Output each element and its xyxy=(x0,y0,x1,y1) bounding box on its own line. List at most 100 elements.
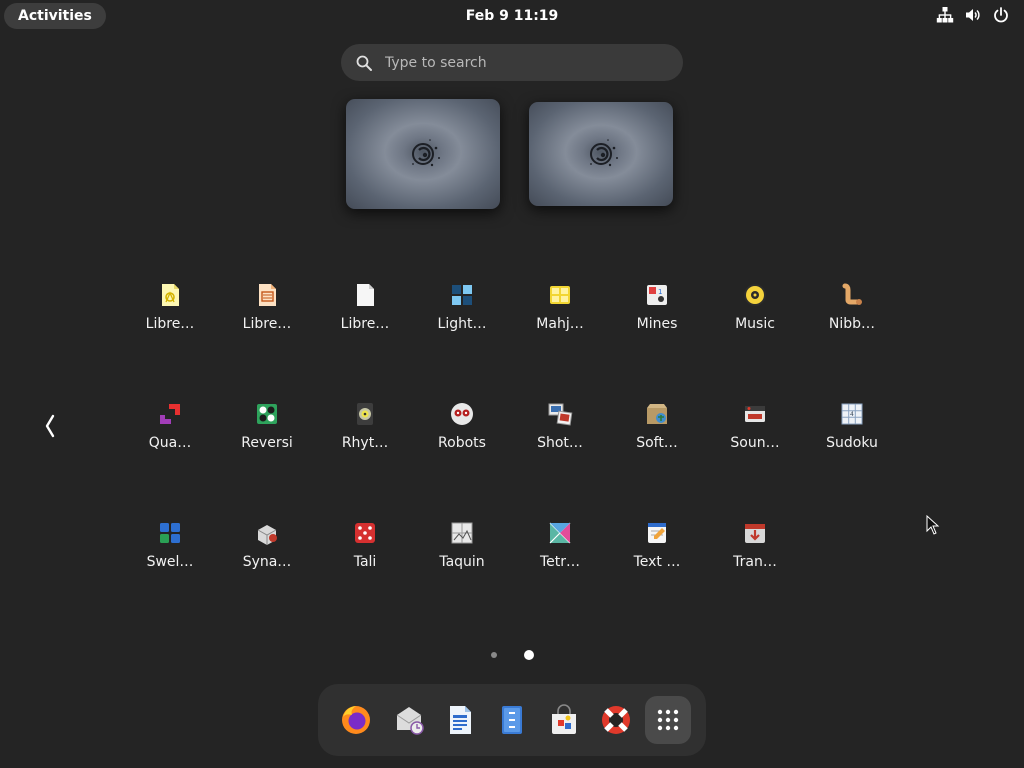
app-lightsoff[interactable]: Light… xyxy=(413,282,511,332)
page-indicator-2[interactable] xyxy=(524,650,534,660)
search-bar[interactable] xyxy=(341,44,683,81)
taquin-icon xyxy=(451,522,473,544)
text-editor-icon xyxy=(648,523,666,543)
reversi-icon xyxy=(257,404,277,424)
app-sudoku[interactable]: 4 Sudoku xyxy=(803,401,901,451)
app-swell-foop[interactable]: Swel… xyxy=(121,520,219,570)
nibbles-icon xyxy=(842,283,862,305)
dock-evolution[interactable] xyxy=(386,696,432,744)
libreoffice-writer-icon xyxy=(450,706,471,734)
app-transmission[interactable]: Tran… xyxy=(706,520,804,570)
system-tray[interactable] xyxy=(936,6,1010,24)
dock-firefox[interactable] xyxy=(333,696,379,744)
app-label: Syna… xyxy=(242,554,292,570)
app-music[interactable]: Music xyxy=(706,282,804,332)
app-taquin[interactable]: Taquin xyxy=(413,520,511,570)
workspace-thumbnail-2[interactable] xyxy=(529,102,673,206)
libreoffice-draw-icon xyxy=(162,284,179,306)
app-mahjongg[interactable]: Mahj… xyxy=(511,282,609,332)
robots-icon xyxy=(451,403,473,425)
app-label: Soun… xyxy=(730,435,780,451)
dock-help[interactable] xyxy=(593,696,639,744)
app-label: Swel… xyxy=(146,554,194,570)
rhythmbox-icon xyxy=(357,403,373,425)
files-icon xyxy=(502,706,522,734)
sudoku-icon: 4 xyxy=(841,403,863,425)
app-label: Music xyxy=(735,316,775,332)
app-rhythmbox[interactable]: Rhyt… xyxy=(316,401,414,451)
top-bar: Activities Feb 9 11:19 xyxy=(0,0,1024,32)
tali-icon xyxy=(355,523,375,543)
app-robots[interactable]: Robots xyxy=(413,401,511,451)
app-label: Mahj… xyxy=(536,316,584,332)
transmission-icon xyxy=(745,524,765,543)
shotwell-icon xyxy=(548,403,573,426)
libreoffice-icon xyxy=(357,284,374,306)
power-icon[interactable] xyxy=(992,6,1010,24)
app-label: Light… xyxy=(437,316,487,332)
app-libreoffice-draw[interactable]: Libre… xyxy=(121,282,219,332)
app-libreoffice[interactable]: Libre… xyxy=(316,282,414,332)
app-text-editor[interactable]: Text … xyxy=(608,520,706,570)
app-label: Mines xyxy=(636,316,678,332)
app-libreoffice-impress[interactable]: Libre… xyxy=(218,282,316,332)
firefox-icon xyxy=(342,706,370,734)
app-label: Tali xyxy=(353,554,377,570)
app-label: Soft… xyxy=(636,435,678,451)
network-icon[interactable] xyxy=(936,6,954,24)
app-reversi[interactable]: Reversi xyxy=(218,401,316,451)
sound-recorder-icon xyxy=(745,406,765,422)
app-label: Libre… xyxy=(340,316,390,332)
app-label: Libre… xyxy=(242,316,292,332)
evolution-icon xyxy=(396,707,424,735)
svg-text:1: 1 xyxy=(658,288,662,296)
page-indicator-1[interactable] xyxy=(491,652,497,658)
debian-swirl-icon xyxy=(590,139,618,167)
dock-software[interactable] xyxy=(541,696,587,744)
app-tali[interactable]: Tali xyxy=(316,520,414,570)
app-tetravex[interactable]: Tetr… xyxy=(511,520,609,570)
software-center-icon xyxy=(552,704,576,734)
music-icon xyxy=(744,284,766,306)
app-nibbles[interactable]: Nibb… xyxy=(803,282,901,332)
svg-text:4: 4 xyxy=(850,411,854,418)
clock: Feb 9 11:19 xyxy=(0,0,1024,32)
app-label: Reversi xyxy=(241,435,293,451)
swell-foop-icon xyxy=(160,523,180,543)
previous-page-arrow-icon[interactable] xyxy=(38,408,62,444)
app-software[interactable]: Soft… xyxy=(608,401,706,451)
volume-icon[interactable] xyxy=(964,6,982,24)
search-icon xyxy=(356,55,372,71)
software-icon xyxy=(647,404,667,424)
mouse-cursor-icon xyxy=(926,515,940,535)
activities-button[interactable]: Activities xyxy=(4,3,106,29)
synaptic-icon xyxy=(257,525,277,545)
mines-icon: 1 xyxy=(647,285,667,305)
app-label: Sudoku xyxy=(826,435,878,451)
app-quadrapassel[interactable]: Qua… xyxy=(121,401,219,451)
app-shotwell[interactable]: Shot… xyxy=(511,401,609,451)
app-label: Text … xyxy=(633,554,681,570)
show-apps-icon xyxy=(657,709,679,731)
search-input[interactable] xyxy=(383,53,657,72)
app-sound-recorder[interactable]: Soun… xyxy=(706,401,804,451)
workspace-thumbnail-1[interactable] xyxy=(346,99,500,209)
app-label: Tetr… xyxy=(539,554,581,570)
tetravex-icon xyxy=(549,522,571,544)
dock-files[interactable] xyxy=(489,696,535,744)
quadrapassel-icon xyxy=(160,404,180,424)
help-icon xyxy=(602,706,630,734)
app-label: Tran… xyxy=(733,554,777,570)
show-apps-button[interactable] xyxy=(645,696,691,744)
app-mines[interactable]: 1 Mines xyxy=(608,282,706,332)
clock-label[interactable]: Feb 9 11:19 xyxy=(466,8,559,24)
app-label: Shot… xyxy=(537,435,583,451)
libreoffice-impress-icon xyxy=(259,284,276,306)
app-label: Robots xyxy=(438,435,486,451)
app-label: Libre… xyxy=(145,316,195,332)
app-label: Nibb… xyxy=(828,316,876,332)
app-label: Taquin xyxy=(439,554,485,570)
app-label: Rhyt… xyxy=(341,435,389,451)
dock-libreoffice-writer[interactable] xyxy=(437,696,483,744)
app-synaptic[interactable]: Syna… xyxy=(218,520,316,570)
